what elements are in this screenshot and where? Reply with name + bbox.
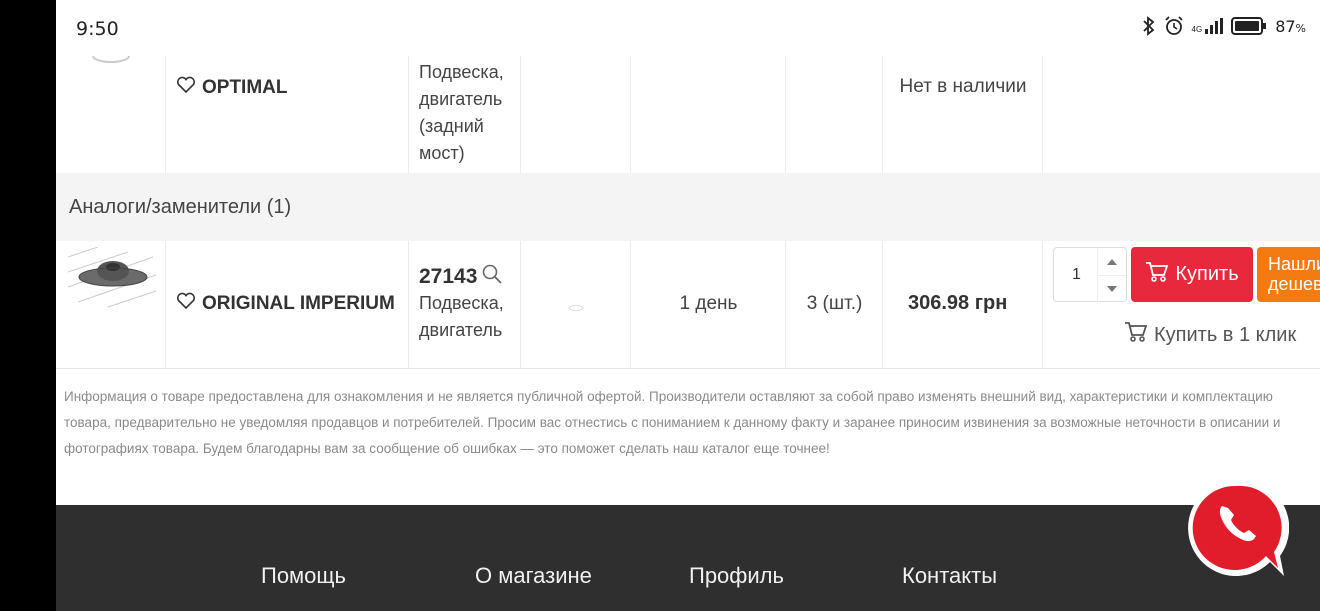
quantity-stepper[interactable]: 1 [1053, 247, 1127, 302]
status-icons: 4G 87% [1142, 16, 1306, 36]
buy-label: Купить [1175, 263, 1239, 285]
brand-name: OPTIMAL [202, 77, 288, 98]
buy-button[interactable]: Купить [1131, 247, 1253, 302]
chevron-down-icon[interactable] [1107, 285, 1117, 292]
analogs-header: Аналоги/заменители (1) [56, 173, 1320, 242]
empty-cell [521, 56, 631, 173]
alarm-icon [1164, 16, 1184, 36]
analogs-title: Аналоги/заменители (1) [69, 196, 292, 218]
signal-icon: 4G [1192, 18, 1224, 34]
application-text: Подвеска, двигатель (задний мост) [419, 62, 504, 163]
brand-cell: ORIGINAL IMPERIUM [166, 241, 409, 368]
product-image-cell [56, 241, 166, 368]
empty-cell [631, 56, 786, 173]
table-row: OPTIMAL Подвеска, двигатель (задний мост… [56, 52, 1320, 174]
table-row: ORIGINAL IMPERIUM 27143 Подвеска, двигат… [56, 241, 1320, 369]
brand-link[interactable]: ORIGINAL IMPERIUM [176, 292, 395, 316]
screen: 9:50 4G 87% OPTIMAL Подвеска, двигатель … [56, 0, 1320, 611]
code-cell: 27143 Подвеска, двигатель [409, 241, 521, 368]
quantity-increment[interactable] [1097, 248, 1126, 276]
footer-link-profile[interactable]: Профиль [689, 563, 784, 589]
availability-text: Нет в наличии [899, 76, 1027, 97]
product-code[interactable]: 27143 [419, 263, 503, 291]
brand-name: ORIGINAL IMPERIUM [202, 293, 395, 314]
bluetooth-icon [1142, 16, 1156, 36]
network-type: 4G [1191, 25, 1203, 34]
footer-link-about[interactable]: О магазине [475, 563, 592, 589]
brand-link[interactable]: OPTIMAL [176, 76, 288, 100]
placeholder-icon [568, 305, 584, 311]
cart-icon [1145, 261, 1169, 289]
found-cheaper-button[interactable]: Нашли дешевле [1257, 247, 1320, 302]
phone-icon[interactable] [1184, 476, 1290, 581]
footer-link-help[interactable]: Помощь [261, 563, 346, 589]
price-cell: 306.98 грн [883, 241, 1043, 368]
buy-one-click-button[interactable]: Купить в 1 клик [1124, 321, 1296, 349]
product-image-cell [56, 52, 166, 173]
price-text: 306.98 грн [908, 292, 1008, 314]
empty-cell [786, 56, 883, 173]
application-text: Подвеска, двигатель [419, 293, 504, 340]
product-code-text[interactable]: 27143 [419, 265, 477, 289]
status-bar: 9:50 4G 87% [56, 0, 1320, 56]
product-image[interactable] [68, 247, 158, 309]
quantity-decrement[interactable] [1097, 275, 1126, 302]
quantity-value[interactable]: 1 [1072, 266, 1081, 284]
chevron-up-icon[interactable] [1107, 258, 1117, 265]
footer-link-contacts[interactable]: Контакты [902, 563, 997, 589]
cart-icon [1124, 321, 1148, 349]
stock-text: 3 (шт.) [806, 293, 863, 314]
brand-cell: OPTIMAL [166, 56, 409, 173]
heart-icon[interactable] [176, 76, 196, 100]
delivery-cell: 1 день [631, 241, 786, 368]
buy-one-click-label: Купить в 1 клик [1154, 323, 1297, 346]
stock-cell: 3 (шт.) [786, 241, 883, 368]
footer: Помощь О магазине Профиль Контакты [56, 505, 1320, 611]
disclaimer-text: Информация о товаре предоставлена для оз… [64, 389, 1281, 456]
delivery-text: 1 день [679, 293, 738, 314]
heart-icon[interactable] [176, 292, 196, 316]
availability-cell: Нет в наличии [883, 56, 1043, 173]
callback-button[interactable] [1184, 476, 1290, 581]
status-time: 9:50 [76, 18, 119, 40]
application-cell: Подвеска, двигатель (задний мост) [409, 56, 521, 173]
battery-percent: 87% [1275, 16, 1306, 36]
battery-icon [1231, 17, 1267, 35]
search-icon[interactable] [481, 263, 503, 291]
media-cell [521, 241, 631, 368]
